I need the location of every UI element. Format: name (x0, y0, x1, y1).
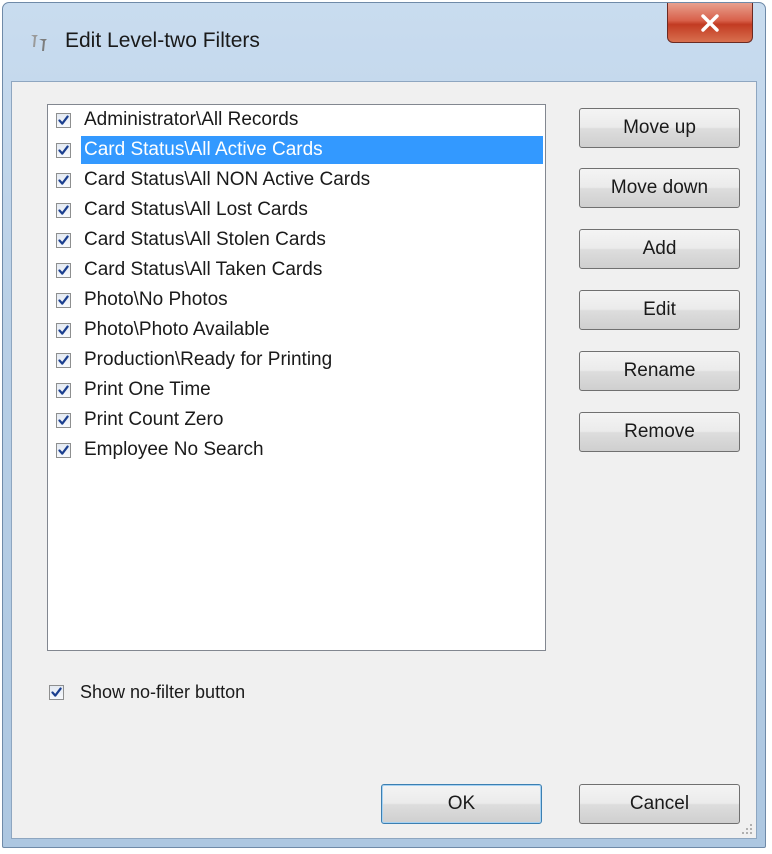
filter-list-item[interactable]: Card Status\All Taken Cards (48, 255, 545, 285)
filter-list-item[interactable]: Photo\Photo Available (48, 315, 545, 345)
filter-label: Card Status\All Lost Cards (84, 199, 308, 220)
filter-label: Administrator\All Records (84, 109, 299, 130)
add-button[interactable]: Add (579, 229, 740, 269)
close-button[interactable] (667, 3, 753, 43)
filter-label: Production\Ready for Printing (84, 349, 333, 370)
filter-checkbox[interactable] (56, 322, 71, 338)
filter-list-item[interactable]: Administrator\All Records (48, 105, 545, 135)
filter-list-item[interactable]: Card Status\All NON Active Cards (48, 165, 545, 195)
filter-checkbox[interactable] (56, 142, 71, 158)
filter-list-item[interactable]: Card Status\All Lost Cards (48, 195, 545, 225)
checkmark-icon (58, 175, 69, 186)
filter-label: Photo\No Photos (84, 289, 228, 310)
filter-list-item[interactable]: Card Status\All Active Cards (48, 135, 545, 165)
checkmark-icon (58, 415, 69, 426)
move-down-button[interactable]: Move down (579, 168, 740, 208)
dialog-window: Edit Level-two Filters Administrator\All… (2, 2, 766, 848)
checkmark-icon (58, 115, 69, 126)
show-no-filter-checkbox[interactable] (49, 685, 64, 700)
filter-checkbox[interactable] (56, 262, 71, 278)
ok-button[interactable]: OK (381, 784, 542, 824)
filter-label: Print Count Zero (84, 409, 224, 430)
checkmark-icon (58, 295, 69, 306)
checkmark-icon (58, 325, 69, 336)
filter-checkbox[interactable] (56, 442, 71, 458)
filter-label: Card Status\All NON Active Cards (84, 169, 371, 190)
cancel-button[interactable]: Cancel (579, 784, 740, 824)
checkmark-icon (58, 445, 69, 456)
move-up-button[interactable]: Move up (579, 108, 740, 148)
filter-label: Card Status\All Taken Cards (84, 259, 323, 280)
title-bar[interactable]: Edit Level-two Filters (3, 3, 765, 81)
filter-list-item[interactable]: Photo\No Photos (48, 285, 545, 315)
filter-checkbox[interactable] (56, 292, 71, 308)
filter-list[interactable]: Administrator\All Records Card Status\All… (47, 104, 546, 651)
filter-checkbox[interactable] (56, 202, 71, 218)
filter-list-item[interactable]: Print One Time (48, 375, 545, 405)
filter-checkbox[interactable] (56, 172, 71, 188)
filter-checkbox[interactable] (56, 112, 71, 128)
filter-list-item[interactable]: Employee No Search (48, 435, 545, 465)
close-icon (700, 13, 720, 32)
filter-label: Photo\Photo Available (84, 319, 270, 340)
filter-checkbox[interactable] (56, 232, 71, 248)
filter-list-item[interactable]: Print Count Zero (48, 405, 545, 435)
filter-label: Card Status\All Active Cards (81, 136, 543, 164)
checkmark-icon (58, 205, 69, 216)
edit-button[interactable]: Edit (579, 290, 740, 330)
filter-checkbox[interactable] (56, 382, 71, 398)
filter-checkbox[interactable] (56, 352, 71, 368)
resize-grip-icon[interactable] (740, 822, 754, 836)
dialog-body: Administrator\All Records Card Status\All… (11, 81, 757, 839)
show-no-filter-label: Show no-filter button (80, 682, 246, 702)
filter-label: Card Status\All Stolen Cards (84, 229, 326, 250)
window-title: Edit Level-two Filters (65, 29, 260, 52)
checkmark-icon (51, 687, 62, 698)
checkmark-icon (58, 355, 69, 366)
filter-label: Print One Time (84, 379, 211, 400)
remove-button[interactable]: Remove (579, 412, 740, 452)
filter-list-item[interactable]: Production\Ready for Printing (48, 345, 545, 375)
checkmark-icon (58, 385, 69, 396)
checkmark-icon (58, 145, 69, 156)
show-no-filter-option[interactable]: Show no-filter button (49, 682, 245, 703)
checkmark-icon (58, 265, 69, 276)
checkmark-icon (58, 235, 69, 246)
filter-list-item[interactable]: Card Status\All Stolen Cards (48, 225, 545, 255)
app-filter-icon (29, 31, 51, 53)
filter-label: Employee No Search (84, 439, 264, 460)
rename-button[interactable]: Rename (579, 351, 740, 391)
filter-checkbox[interactable] (56, 412, 71, 428)
